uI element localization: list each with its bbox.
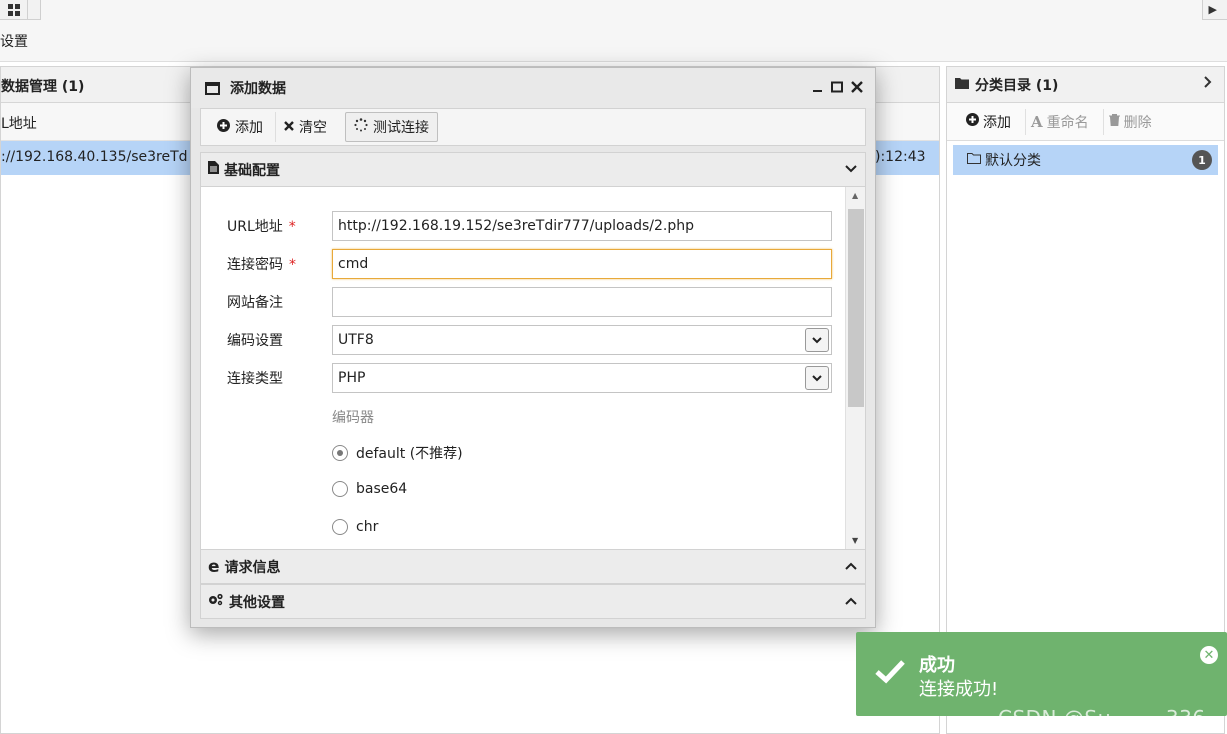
- scroll-up-icon[interactable]: ▲: [852, 191, 858, 200]
- category-add-button[interactable]: 添加: [961, 108, 1026, 135]
- close-icon[interactable]: [851, 78, 863, 97]
- encoder-option-label: default (不推荐): [356, 446, 463, 462]
- plus-circle-icon: [217, 118, 230, 136]
- type-select[interactable]: PHP: [332, 363, 832, 393]
- watermark: CSDN @Sʜ ． 336: [998, 706, 1206, 730]
- password-field[interactable]: [332, 249, 832, 279]
- folder-icon: [955, 77, 969, 93]
- encoding-value: UTF8: [338, 332, 374, 348]
- dialog-title: 添加数据: [230, 81, 286, 97]
- other-settings-title: 其他设置: [229, 594, 285, 611]
- encoder-option-base64[interactable]: base64: [332, 481, 407, 497]
- encoder-option-chr[interactable]: chr: [332, 519, 378, 535]
- chevron-down-icon[interactable]: [845, 162, 857, 177]
- folder-outline-icon: [967, 152, 981, 168]
- toast-message: 连接成功!: [919, 679, 999, 700]
- scrollbar-thumb[interactable]: [848, 209, 864, 407]
- category-add-label: 添加: [983, 114, 1011, 131]
- other-settings-section-header[interactable]: 其他设置: [200, 584, 866, 619]
- category-delete-button[interactable]: 删除: [1104, 109, 1166, 135]
- encoder-option-label: base64: [356, 481, 408, 497]
- top-tab-bar: ▶: [0, 0, 1227, 20]
- dialog-titlebar[interactable]: 添加数据: [191, 68, 875, 108]
- password-row: 连接密码 *: [227, 249, 832, 279]
- encoding-row: 编码设置 UTF8: [227, 325, 832, 355]
- category-delete-label: 删除: [1123, 114, 1152, 131]
- row-url: ://192.168.40.135/se3reTd: [1, 149, 188, 165]
- category-toolbar: 添加 A 重命名 删除: [947, 103, 1224, 141]
- check-icon: [874, 658, 906, 688]
- settings-bar: 设置: [0, 20, 1227, 62]
- encoder-label: 编码器: [332, 410, 374, 426]
- chevron-down-icon[interactable]: [805, 366, 829, 390]
- note-row: 网站备注: [227, 287, 832, 317]
- required-mark: *: [288, 219, 296, 235]
- scroll-down-icon[interactable]: ▼: [852, 536, 858, 545]
- url-field[interactable]: [332, 211, 832, 241]
- plus-circle-icon: [966, 113, 979, 130]
- close-icon[interactable]: ✕: [1200, 646, 1218, 664]
- encoder-option-default[interactable]: default (不推荐): [332, 443, 463, 463]
- radio-button[interactable]: [332, 481, 348, 497]
- category-header-title: 分类目录 (1): [975, 77, 1059, 94]
- clear-button[interactable]: 清空: [276, 112, 339, 142]
- add-button[interactable]: 添加: [209, 112, 276, 142]
- chevron-down-icon[interactable]: [805, 328, 829, 352]
- encoding-select[interactable]: UTF8: [332, 325, 832, 355]
- radio-button[interactable]: [332, 445, 348, 461]
- count-badge: 1: [1192, 150, 1212, 170]
- category-rename-label: 重命名: [1046, 114, 1089, 131]
- password-label: 连接密码 *: [227, 257, 296, 273]
- url-row: URL地址 *: [227, 211, 832, 241]
- minimize-icon[interactable]: [813, 78, 823, 97]
- basic-config-form: URL地址* 连接密码* 网站备注 编码设置 UTF8 连接类型 PHP: [200, 187, 866, 549]
- request-info-section-header[interactable]: e 请求信息: [200, 549, 866, 584]
- spinner-icon: [354, 118, 368, 136]
- add-data-dialog: 添加数据 添加 清空 测试连接 基础配置 URL地址 * http://192.…: [190, 67, 876, 628]
- url-label: URL地址 *: [227, 219, 296, 235]
- tab-strip: [40, 0, 1203, 20]
- radio-button[interactable]: [332, 519, 348, 535]
- toast-title: 成功: [919, 655, 955, 676]
- row-time: ):12:43: [875, 149, 926, 165]
- settings-menu[interactable]: 设置: [0, 31, 28, 51]
- window-controls: [813, 78, 863, 97]
- x-icon: [284, 119, 294, 135]
- test-connection-label: 测试连接: [373, 120, 429, 136]
- note-label: 网站备注: [227, 295, 283, 311]
- required-mark: *: [289, 257, 296, 273]
- grid-icon: [7, 4, 20, 16]
- type-row: 连接类型 PHP: [227, 363, 832, 393]
- chevron-right-icon[interactable]: [1203, 76, 1212, 92]
- ie-icon: e: [208, 556, 220, 577]
- type-label: 连接类型: [227, 371, 283, 387]
- window-icon: [205, 81, 220, 95]
- chevron-up-icon[interactable]: [845, 594, 857, 609]
- dialog-toolbar: 添加 清空 测试连接: [200, 108, 866, 146]
- trash-icon: [1108, 113, 1120, 130]
- grid-menu-button[interactable]: [0, 0, 28, 20]
- category-rename-button[interactable]: A 重命名: [1026, 108, 1104, 135]
- scroll-right-icon[interactable]: ▶: [1209, 3, 1217, 16]
- note-field[interactable]: [332, 287, 832, 317]
- maximize-icon[interactable]: [831, 78, 843, 97]
- file-text-icon: [208, 161, 219, 178]
- list-item[interactable]: 默认分类 1: [953, 145, 1218, 175]
- add-label: 添加: [235, 120, 263, 136]
- category-item-label: 默认分类: [985, 153, 1041, 169]
- basic-config-section-header[interactable]: 基础配置: [200, 152, 866, 187]
- chevron-up-icon[interactable]: [845, 559, 857, 574]
- font-icon: A: [1031, 112, 1043, 131]
- clear-label: 清空: [299, 120, 327, 136]
- type-value: PHP: [338, 370, 366, 386]
- encoder-option-label: chr: [356, 519, 379, 535]
- gears-icon: [208, 593, 224, 610]
- basic-config-title: 基础配置: [224, 162, 280, 179]
- vertical-scrollbar[interactable]: ▲ ▼: [845, 187, 865, 549]
- request-info-title: 请求信息: [224, 559, 281, 576]
- encoding-label: 编码设置: [227, 333, 283, 349]
- test-connection-button[interactable]: 测试连接: [345, 112, 438, 142]
- category-panel-header: 分类目录 (1): [947, 67, 1224, 103]
